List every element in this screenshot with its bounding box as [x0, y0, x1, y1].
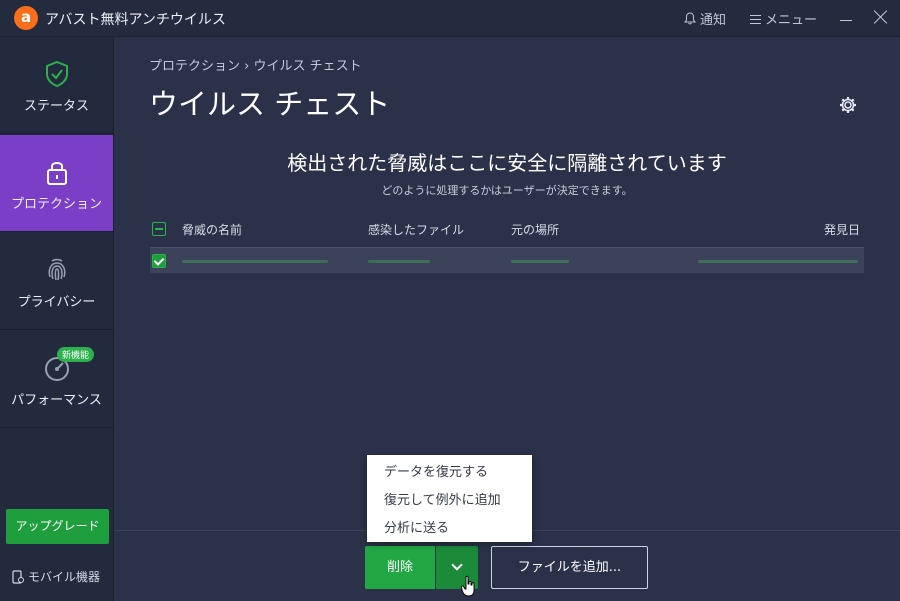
quarantine-subline: どのように処理するかはユーザーが決定できます。: [381, 184, 633, 197]
delete-options-menu: データを復元する 復元して例外に追加 分析に送る: [367, 455, 532, 542]
found-date-cell: [698, 260, 858, 263]
sidebar-item-status[interactable]: ステータス: [0, 37, 113, 134]
avast-logo-icon: a: [14, 6, 38, 30]
new-feature-badge: 新機能: [57, 347, 95, 362]
breadcrumb: プロテクション › ウイルス チェスト: [149, 59, 362, 74]
menu-item-restore-add-exception[interactable]: 復元して例外に追加: [384, 489, 501, 508]
upgrade-button[interactable]: アップグレード: [6, 509, 109, 544]
app-title: アバスト無料アンチウイルス: [45, 12, 226, 28]
sidebar-item-label: ステータス: [23, 99, 89, 114]
mobile-icon: [12, 569, 24, 584]
menu-button[interactable]: メニュー: [750, 9, 817, 28]
hamburger-icon: [750, 14, 761, 24]
sidebar-item-protection[interactable]: プロテクション: [0, 135, 113, 232]
column-header-original-location[interactable]: 元の場所: [511, 221, 559, 238]
row-checkbox[interactable]: [152, 254, 166, 268]
gear-icon[interactable]: [838, 95, 858, 115]
column-header-threat-name[interactable]: 脅威の名前: [182, 221, 242, 238]
fingerprint-icon: [48, 258, 66, 281]
mobile-devices-link[interactable]: モバイル機器: [12, 568, 100, 585]
bell-icon: [684, 12, 696, 25]
sidebar-item-privacy[interactable]: プライバシー: [0, 233, 113, 330]
sidebar-item-label: プロテクション: [10, 197, 102, 212]
threat-table: 脅威の名前 感染したファイル 元の場所 発見日: [150, 215, 864, 273]
delete-button[interactable]: 削除: [365, 546, 435, 589]
close-button[interactable]: [872, 8, 890, 26]
select-all-checkbox[interactable]: [152, 222, 166, 236]
add-file-button[interactable]: ファイルを追加...: [491, 546, 648, 589]
quarantine-headline: 検出された脅威はここに安全に隔離されています: [287, 151, 727, 175]
mobile-label: モバイル機器: [28, 570, 101, 584]
sidebar-item-performance[interactable]: 新機能 パフォーマンス: [0, 331, 113, 428]
lock-icon: [47, 162, 67, 185]
sidebar-item-label: パフォーマンス: [11, 393, 102, 408]
menu-item-restore[interactable]: データを復元する: [384, 461, 488, 480]
shield-check-icon: [46, 60, 68, 88]
hand-cursor-icon: [461, 575, 475, 597]
table-header: 脅威の名前 感染したファイル 元の場所 発見日: [150, 215, 864, 247]
infected-file-cell: [368, 260, 430, 263]
menu-label: メニュー: [765, 13, 818, 28]
menu-item-send-for-analysis[interactable]: 分析に送る: [384, 517, 449, 536]
title-bar: a アバスト無料アンチウイルス 通知 メニュー: [0, 0, 900, 37]
original-location-cell: [511, 260, 569, 263]
table-row[interactable]: [150, 247, 864, 273]
minimize-button[interactable]: [838, 6, 854, 26]
threat-name-cell: [182, 260, 328, 263]
notifications-label: 通知: [700, 13, 727, 28]
notifications-button[interactable]: 通知: [684, 9, 726, 28]
column-header-infected-file[interactable]: 感染したファイル: [368, 221, 464, 238]
column-header-found-date[interactable]: 発見日: [824, 221, 860, 238]
page-title: ウイルス チェスト: [149, 87, 391, 121]
sidebar: ステータス プロテクション プライバシー 新機能 パフォーマンス アップグレード…: [0, 37, 114, 601]
sidebar-item-label: プライバシー: [17, 295, 96, 310]
